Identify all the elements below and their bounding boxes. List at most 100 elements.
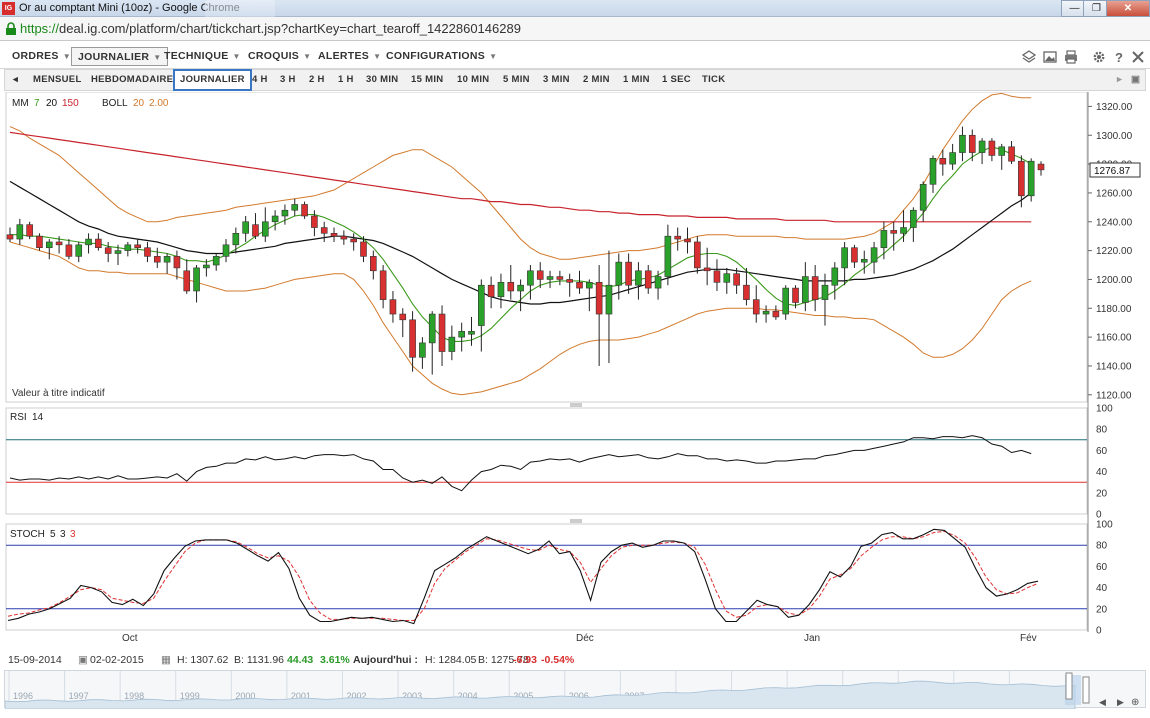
image-icon[interactable] xyxy=(1043,50,1057,64)
period-3min[interactable]: 3 MIN xyxy=(543,70,570,90)
help-icon[interactable]: ? xyxy=(1112,50,1126,64)
menu-journalier[interactable]: JOURNALIER ▼ xyxy=(71,47,169,66)
last-price-label: 1276.87 xyxy=(1094,166,1131,177)
price-tick-label: 1240.00 xyxy=(1096,217,1133,228)
candle-body xyxy=(144,247,151,257)
rsi-tick-label: 80 xyxy=(1096,425,1108,436)
candle-body xyxy=(478,284,485,326)
period-2h[interactable]: 2 H xyxy=(309,70,325,90)
price-tick-label: 1180.00 xyxy=(1096,304,1132,315)
candle-body xyxy=(595,282,603,315)
range-change: 44.43 xyxy=(287,654,314,666)
period-1h[interactable]: 1 H xyxy=(338,70,354,90)
mm-param-150: 150 xyxy=(62,98,79,109)
period-left-icon[interactable]: ◂ xyxy=(13,70,18,90)
candle-body xyxy=(841,247,848,269)
period-10min[interactable]: 10 MIN xyxy=(457,70,489,90)
background-tab[interactable] xyxy=(205,0,275,17)
candle-body xyxy=(173,256,181,269)
period-tick[interactable]: TICK xyxy=(702,70,725,90)
gear-icon[interactable] xyxy=(1092,50,1106,64)
period-1min[interactable]: 1 MIN xyxy=(623,70,650,90)
nav-left-arrow-icon[interactable]: ◀ xyxy=(1099,697,1106,707)
period-5min[interactable]: 5 MIN xyxy=(503,70,530,90)
nav-zoom-icon[interactable]: ⊕ xyxy=(1131,697,1139,708)
layers-icon[interactable] xyxy=(1022,50,1036,64)
candle-body xyxy=(212,256,220,266)
menu-croquis[interactable]: CROQUIS ▼ xyxy=(242,47,317,66)
candle-body xyxy=(16,224,24,240)
rsi-tick-label: 40 xyxy=(1096,467,1108,478)
chevron-down-icon: ▼ xyxy=(62,52,71,61)
menu-alertes[interactable]: ALERTES ▼ xyxy=(312,47,387,66)
menu-ordres[interactable]: ORDRES ▼ xyxy=(6,47,77,66)
menu-configurations[interactable]: CONFIGURATIONS ▼ xyxy=(380,47,503,66)
url-text[interactable]: https://deal.ig.com/platform/chart/tickc… xyxy=(20,21,521,36)
period-mensuel[interactable]: MENSUEL xyxy=(33,70,82,90)
stoch-tick-label: 60 xyxy=(1096,562,1108,573)
navigator-right-handle[interactable] xyxy=(1082,676,1090,704)
candle-body xyxy=(527,270,534,286)
chart-area[interactable]: 1320.001300.001280.001260.001240.001220.… xyxy=(4,92,1146,652)
expand-icon[interactable]: ▣ xyxy=(1131,70,1140,90)
stoch-tick-label: 100 xyxy=(1096,520,1113,531)
candle-body xyxy=(124,244,132,251)
candle-body xyxy=(232,233,240,246)
candle-body xyxy=(998,146,1006,156)
period-30min[interactable]: 30 MIN xyxy=(366,70,398,90)
candle-body xyxy=(409,319,416,358)
candle-body xyxy=(104,247,112,254)
candle-body xyxy=(605,284,613,315)
address-bar[interactable]: https://deal.ig.com/platform/chart/tickc… xyxy=(0,17,1150,41)
candle-body xyxy=(330,233,338,237)
history-navigator[interactable]: 1996 1997 1998 1999 2000 2001 2002 2003 2004 2005… xyxy=(4,670,1147,709)
candle-body xyxy=(291,204,299,211)
range-high: H: 1307.62 xyxy=(177,654,229,666)
navigator-price-area xyxy=(5,680,1076,709)
mm-param-7: 7 xyxy=(34,98,40,109)
menu-technique[interactable]: TECHNIQUE ▼ xyxy=(158,47,247,66)
period-journalier[interactable]: JOURNALIER xyxy=(173,69,252,91)
candle-body xyxy=(242,221,249,234)
range-separator-icon: ▣ xyxy=(78,654,88,666)
period-1sec[interactable]: 1 SEC xyxy=(662,70,691,90)
rsi-tick-label: 20 xyxy=(1096,488,1108,499)
period-hebdomadaire[interactable]: HEBDOMADAIRE xyxy=(91,70,173,90)
status-bar: 15-09-2014 ▣ 02-02-2015 ▦ H: 1307.62 B: … xyxy=(4,652,1146,669)
candle-body xyxy=(625,261,632,286)
navigator-left-handle[interactable] xyxy=(1065,672,1073,700)
period-toolbar: ◂ MENSUEL HEBDOMADAIRE JOURNALIER 4 H 3 … xyxy=(4,69,1146,91)
candle-body xyxy=(320,227,328,234)
candle-body xyxy=(458,331,465,338)
print-icon[interactable] xyxy=(1064,50,1078,64)
navigator-svg[interactable]: 1996 1997 1998 1999 2000 2001 2002 2003 2004 2005… xyxy=(5,671,1147,709)
period-3h[interactable]: 3 H xyxy=(280,70,296,90)
menu-label: ALERTES xyxy=(318,50,370,62)
nav-right-arrow-icon[interactable]: ▶ xyxy=(1117,697,1124,707)
boll-param-period: 20 xyxy=(133,98,145,109)
candle-body xyxy=(153,256,161,263)
mm-param-20: 20 xyxy=(46,98,58,109)
range-end-date: 02-02-2015 xyxy=(90,654,144,666)
window-close-button[interactable]: ✕ xyxy=(1106,0,1150,17)
candle-body xyxy=(752,299,760,315)
candle-body xyxy=(684,238,691,243)
close-icon[interactable] xyxy=(1131,50,1145,64)
period-2min[interactable]: 2 MIN xyxy=(583,70,610,90)
stoch-tick-label: 20 xyxy=(1096,604,1108,615)
calendar-icon[interactable]: ▦ xyxy=(161,652,171,669)
candle-body xyxy=(743,284,750,300)
candle-body xyxy=(379,270,387,300)
period-right-icon[interactable]: ▸ xyxy=(1117,70,1122,90)
period-15min[interactable]: 15 MIN xyxy=(411,70,443,90)
candle-body xyxy=(860,258,868,263)
candle-body xyxy=(271,215,279,223)
candle-body xyxy=(870,247,878,263)
candle-body xyxy=(389,299,397,315)
candle-body xyxy=(959,134,966,153)
navigator-year-label: 1996 xyxy=(13,691,33,701)
stoch-pane-border xyxy=(5,523,1088,631)
candle-body xyxy=(281,209,289,217)
period-4h[interactable]: 4 H xyxy=(252,70,268,90)
price-chart-svg[interactable]: 1320.001300.001280.001260.001240.001220.… xyxy=(4,92,1146,652)
